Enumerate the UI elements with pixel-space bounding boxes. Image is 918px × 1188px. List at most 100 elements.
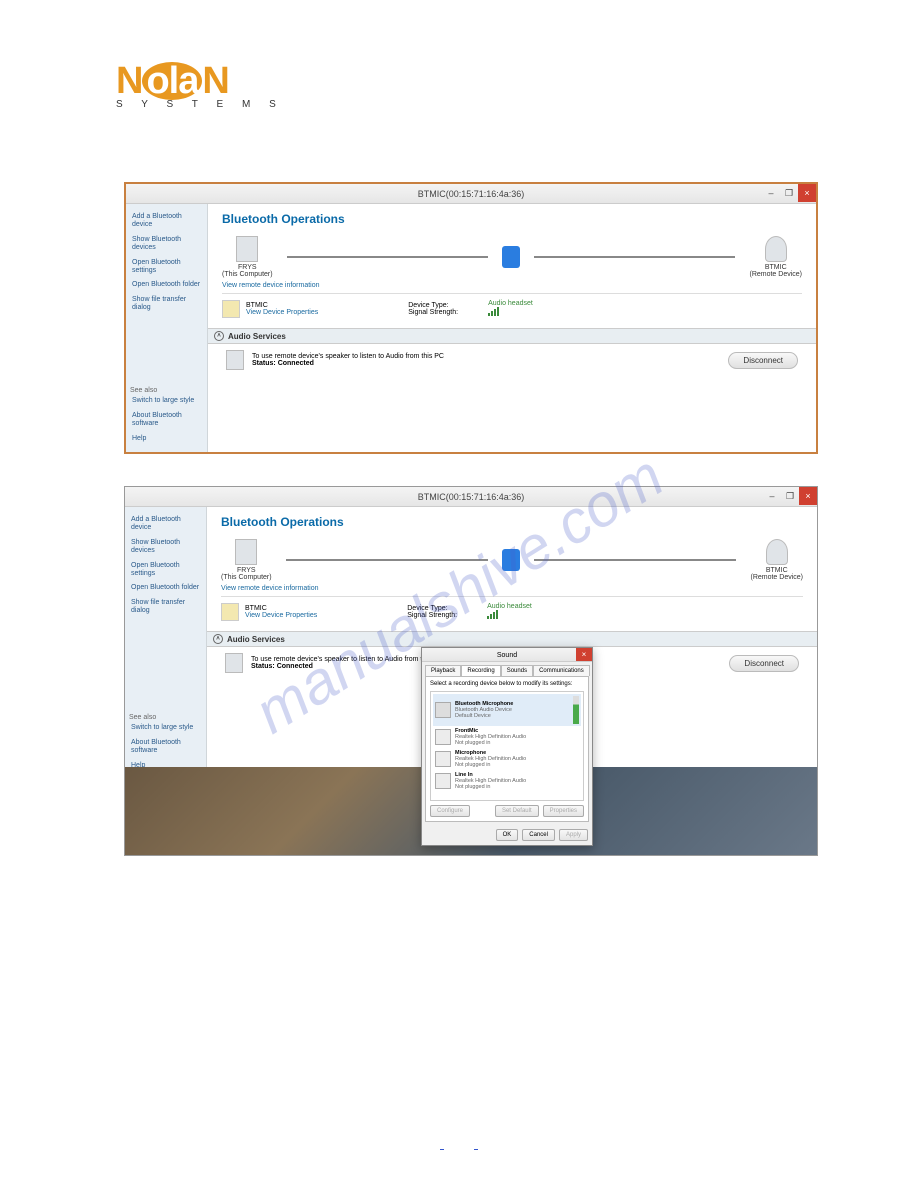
speaker-icon bbox=[225, 653, 243, 673]
detail-name: BTMIC bbox=[245, 605, 317, 612]
logo-letter: ola bbox=[142, 62, 202, 100]
sidebar-item-large-style[interactable]: Switch to large style bbox=[129, 721, 202, 735]
level-meter bbox=[573, 696, 579, 724]
maximize-button[interactable]: ❐ bbox=[780, 184, 798, 202]
bluetooth-icon bbox=[502, 549, 520, 571]
maximize-button[interactable]: ❐ bbox=[781, 487, 799, 505]
sidebar-item-file-transfer[interactable]: Show file transfer dialog bbox=[129, 596, 202, 619]
sidebar-see-also-label: See also bbox=[129, 714, 202, 721]
sidebar-item-open-folder[interactable]: Open Bluetooth folder bbox=[129, 581, 202, 595]
footer-link-right[interactable] bbox=[474, 1149, 478, 1150]
minimize-button[interactable]: – bbox=[762, 184, 780, 202]
sidebar-item-help[interactable]: Help bbox=[130, 432, 203, 446]
audio-services-header: ˄ Audio Services bbox=[207, 631, 817, 647]
sidebar-item-show-devices[interactable]: Show Bluetooth devices bbox=[130, 233, 203, 256]
remote-name: BTMIC bbox=[750, 567, 803, 574]
dialog-close-button[interactable]: × bbox=[576, 648, 592, 661]
view-remote-info-link[interactable]: View remote device information bbox=[221, 585, 803, 592]
disconnect-button[interactable]: Disconnect bbox=[728, 352, 798, 369]
device-type-value: Audio headset bbox=[487, 603, 532, 610]
sidebar-item-add-device[interactable]: Add a Bluetooth device bbox=[129, 513, 202, 536]
sidebar-item-file-transfer[interactable]: Show file transfer dialog bbox=[130, 293, 203, 316]
list-item[interactable]: Bluetooth MicrophoneBluetooth Audio Devi… bbox=[433, 694, 581, 726]
device-type-label: Device Type: bbox=[407, 605, 447, 612]
ok-button[interactable]: OK bbox=[496, 829, 519, 841]
sidebar-item-show-devices[interactable]: Show Bluetooth devices bbox=[129, 536, 202, 559]
audio-services-label: Audio Services bbox=[227, 635, 285, 644]
this-computer-block: FRYS (This Computer) bbox=[221, 539, 272, 581]
sound-dialog: Sound × Playback Recording Sounds Commun… bbox=[421, 647, 593, 846]
disconnect-button[interactable]: Disconnect bbox=[729, 655, 799, 672]
device-type-label: Device Type: bbox=[408, 302, 448, 309]
view-remote-info-link[interactable]: View remote device information bbox=[222, 282, 802, 289]
screenshot-bluetooth-operations-1: BTMIC(00:15:71:16:4a:36) – ❐ × Add a Blu… bbox=[124, 182, 818, 454]
logo-subtitle: S Y S T E M S bbox=[116, 99, 284, 110]
connection-line bbox=[287, 256, 488, 258]
close-button[interactable]: × bbox=[799, 487, 817, 505]
sidebar-item-large-style[interactable]: Switch to large style bbox=[130, 394, 203, 408]
sidebar-item-open-settings[interactable]: Open Bluetooth settings bbox=[129, 559, 202, 582]
remote-sub: (Remote Device) bbox=[750, 574, 803, 581]
close-button[interactable]: × bbox=[798, 184, 816, 202]
device-detail-icon bbox=[221, 603, 239, 621]
device-line3: Not plugged in bbox=[455, 740, 490, 746]
view-device-properties-link[interactable]: View Device Properties bbox=[246, 309, 318, 316]
audio-services-header: ˄ Audio Services bbox=[208, 328, 816, 344]
cancel-button[interactable]: Cancel bbox=[522, 829, 555, 841]
sidebar-item-about[interactable]: About Bluetooth software bbox=[129, 736, 202, 759]
list-item[interactable]: FrontMicRealtek High Definition AudioNot… bbox=[433, 726, 581, 748]
signal-strength-label: Signal Strength: bbox=[408, 309, 458, 316]
logo-letter: N bbox=[116, 60, 142, 102]
sidebar-item-add-device[interactable]: Add a Bluetooth device bbox=[130, 210, 203, 233]
recording-device-list: Bluetooth MicrophoneBluetooth Audio Devi… bbox=[430, 691, 584, 801]
tab-communications[interactable]: Communications bbox=[533, 665, 590, 676]
computer-icon bbox=[236, 236, 258, 262]
collapse-icon[interactable]: ˄ bbox=[214, 331, 224, 341]
tab-sounds[interactable]: Sounds bbox=[501, 665, 533, 676]
device-line3: Not plugged in bbox=[455, 784, 490, 790]
connection-line bbox=[534, 559, 736, 561]
dialog-tabs: Playback Recording Sounds Communications bbox=[422, 662, 592, 676]
window-titlebar: BTMIC(00:15:71:16:4a:36) – ❐ × bbox=[125, 487, 817, 507]
detail-name: BTMIC bbox=[246, 302, 318, 309]
dialog-titlebar: Sound × bbox=[422, 648, 592, 662]
dialog-title: Sound bbox=[497, 652, 517, 659]
sidebar-item-open-folder[interactable]: Open Bluetooth folder bbox=[130, 278, 203, 292]
signal-bars-icon bbox=[487, 610, 498, 619]
sidebar: Add a Bluetooth device Show Bluetooth de… bbox=[125, 507, 207, 779]
view-device-properties-link[interactable]: View Device Properties bbox=[245, 612, 317, 619]
configure-button[interactable]: Configure bbox=[430, 805, 470, 817]
properties-button[interactable]: Properties bbox=[543, 805, 584, 817]
minimize-button[interactable]: – bbox=[763, 487, 781, 505]
this-pc-name: FRYS bbox=[222, 264, 273, 271]
mic-device-icon bbox=[435, 729, 451, 745]
page-title: Bluetooth Operations bbox=[222, 212, 802, 226]
main-pane: Bluetooth Operations FRYS (This Computer… bbox=[208, 204, 816, 452]
list-item[interactable]: Line InRealtek High Definition AudioNot … bbox=[433, 770, 581, 792]
apply-button[interactable]: Apply bbox=[559, 829, 588, 841]
footer-link-left[interactable] bbox=[440, 1149, 444, 1150]
this-computer-block: FRYS (This Computer) bbox=[222, 236, 273, 278]
device-detail-icon bbox=[222, 300, 240, 318]
computer-icon bbox=[235, 539, 257, 565]
remote-name: BTMIC bbox=[749, 264, 802, 271]
tab-recording[interactable]: Recording bbox=[461, 665, 500, 676]
sidebar-item-open-settings[interactable]: Open Bluetooth settings bbox=[130, 256, 203, 279]
signal-bars-icon bbox=[488, 307, 499, 316]
dialog-instruction: Select a recording device below to modif… bbox=[430, 681, 584, 687]
collapse-icon[interactable]: ˄ bbox=[213, 634, 223, 644]
audio-services-label: Audio Services bbox=[228, 332, 286, 341]
window-title: BTMIC(00:15:71:16:4a:36) bbox=[418, 189, 525, 199]
remote-device-block: BTMIC (Remote Device) bbox=[749, 236, 802, 278]
sidebar-see-also-label: See also bbox=[130, 387, 203, 394]
tab-playback[interactable]: Playback bbox=[425, 665, 461, 676]
page-title: Bluetooth Operations bbox=[221, 515, 803, 529]
set-default-button[interactable]: Set Default bbox=[495, 805, 539, 817]
headset-icon bbox=[766, 539, 788, 565]
sidebar-item-about[interactable]: About Bluetooth software bbox=[130, 409, 203, 432]
this-pc-name: FRYS bbox=[221, 567, 272, 574]
list-item[interactable]: MicrophoneRealtek High Definition AudioN… bbox=[433, 748, 581, 770]
status-value: Connected bbox=[277, 663, 313, 670]
nolan-logo: NolaN S Y S T E M S bbox=[116, 60, 802, 112]
logo-letter: N bbox=[202, 60, 228, 102]
